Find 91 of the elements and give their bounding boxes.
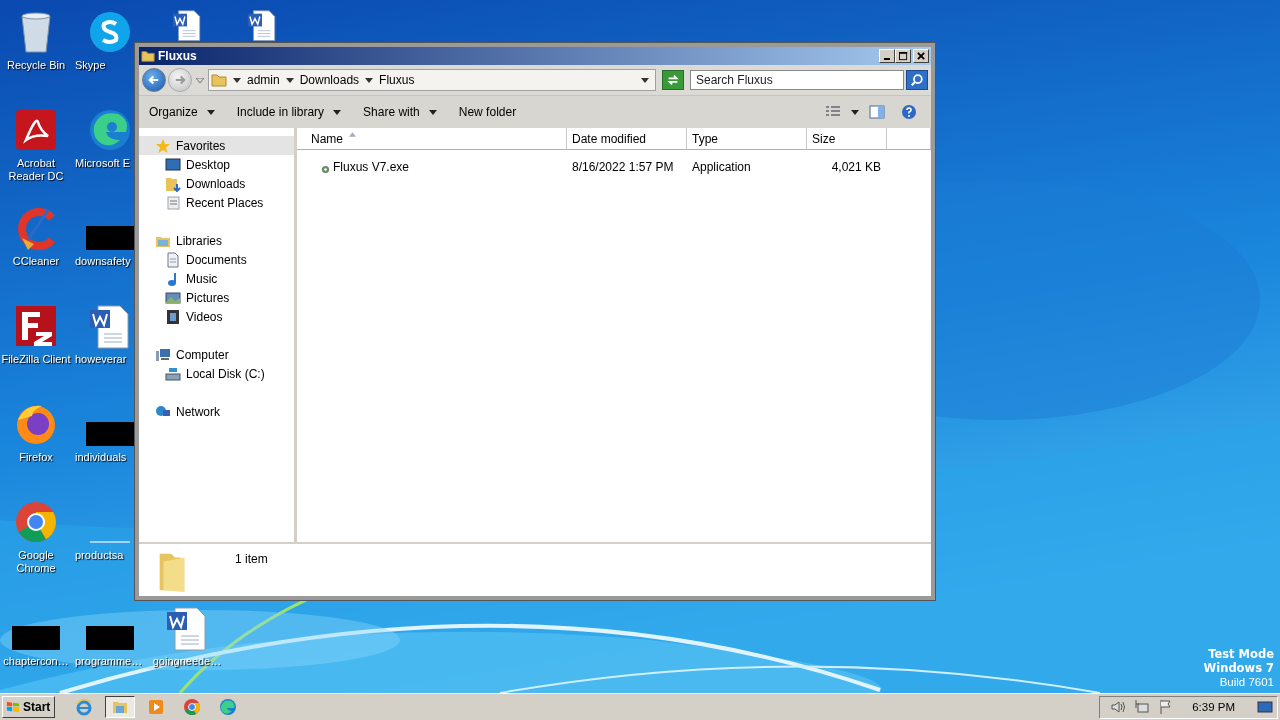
os-notice-text: Test Mode [1208,647,1274,661]
refresh-icon [666,73,680,87]
nav-item[interactable]: Libraries [139,231,294,250]
caret-icon[interactable] [851,109,859,115]
desktop-icon-label: Microsoft E [75,157,130,170]
back-arrow-icon [147,73,161,87]
recent-icon [165,194,181,211]
search-field[interactable]: Search Fluxus [690,70,904,90]
recent-pages-caret-icon[interactable] [196,77,204,83]
toolbar-button[interactable]: New folder [452,102,525,122]
close-icon [916,51,926,61]
pictures-icon [165,289,181,306]
caret-icon [428,109,437,115]
maximize-icon [898,51,908,61]
caret-icon [333,109,342,115]
refresh-button[interactable] [662,70,684,90]
search-button[interactable] [906,70,928,90]
desktop-icon-label: Firefox [18,451,54,464]
help-icon[interactable] [901,104,917,120]
table-cell: 4,021 KB [831,160,881,174]
column-header[interactable]: Date modified [567,128,687,149]
nav-item[interactable]: Downloads [139,174,294,193]
maximize-button[interactable] [895,49,911,63]
nav-item[interactable]: Computer [139,345,294,364]
file-name[interactable]: Fluxus V7.exe [333,160,410,174]
star-icon [155,137,171,154]
desktop-icon-label: CCleaner [11,255,61,268]
column-header[interactable]: Type [687,128,807,149]
os-notice-text: Windows 7 [1203,661,1274,675]
desktop-icon-label: chaptercon… [2,655,70,668]
desktop-icon-label: FileZilla Client [0,353,72,366]
nav-item[interactable]: Documents [139,250,294,269]
folder-icon[interactable] [105,696,136,718]
caret-icon [206,109,215,115]
disk-icon [165,365,181,382]
dropdown-caret-icon[interactable] [641,77,649,83]
breadcrumb-item[interactable]: Fluxus [379,73,415,87]
caret-icon[interactable] [233,77,241,83]
desktop-icon-label: Recycle Bin [5,59,67,72]
start-button[interactable]: Start [2,696,56,718]
nav-item[interactable]: Pictures [139,288,294,307]
desktop-icon-label: programme… [75,655,143,668]
documents-icon [165,251,181,268]
table-cell: 8/16/2022 1:57 PM [572,160,674,174]
window-title: Fluxus [158,49,197,63]
nav-item[interactable]: Music [139,269,294,288]
preview-pane-icon[interactable] [869,104,885,120]
breadcrumb-item[interactable]: Downloads [299,73,360,87]
desktop-icon-label: Acrobat Reader DC [7,157,65,183]
videos-icon [165,308,181,325]
nav-item[interactable]: Local Disk (C:) [139,364,294,383]
desktop-icon-label: individuals [75,451,127,464]
speaker-icon[interactable] [1110,699,1127,715]
toolbar-button[interactable]: Share with [357,102,445,122]
desktop-icon-label: Skype [75,59,106,72]
show-desktop-icon[interactable] [1257,699,1273,715]
minimize-button[interactable] [879,49,895,63]
computer-icon [155,346,171,363]
desktop-icon [165,156,181,173]
nav-item[interactable]: Recent Places [139,193,294,212]
caret-icon[interactable] [365,77,374,83]
desktop-icon-label: howeverar [75,353,127,366]
minimize-icon [884,57,890,60]
breadcrumb-item[interactable]: admin [247,73,280,87]
desktop-icon-label: Google Chrome [15,549,57,575]
nav-item[interactable]: Favorites [139,136,294,155]
nav-item[interactable]: Network [139,402,294,421]
search-icon [910,73,924,87]
toolbar-button[interactable]: Organize [143,102,223,122]
os-notice-text: Build 7601 [1219,675,1274,689]
caret-icon[interactable] [285,77,294,83]
desktop-icon-label: downsafety [75,255,131,268]
nav-item[interactable]: Desktop [139,155,294,174]
table-cell: Application [692,160,751,174]
item-count: 1 item [235,552,268,566]
column-header[interactable]: Name [297,128,567,149]
nav-item[interactable]: Videos [139,307,294,326]
downloads-icon [165,175,181,192]
address-bar[interactable]: admin Downloads Fluxus [208,69,656,91]
toolbar-button[interactable]: Include in library [230,102,350,122]
clock[interactable]: 6:39 PM [1192,701,1235,713]
desktop-icon-label: productsa [75,549,124,562]
close-button[interactable] [913,49,929,63]
folder-icon [211,72,227,88]
folder-icon [141,49,155,63]
column-header[interactable]: Size [807,128,887,149]
network-icon[interactable] [1134,699,1151,715]
application-icon [321,164,330,174]
windows-logo-icon [5,700,21,714]
forward-arrow-icon [173,73,187,87]
back-button[interactable] [142,68,166,92]
